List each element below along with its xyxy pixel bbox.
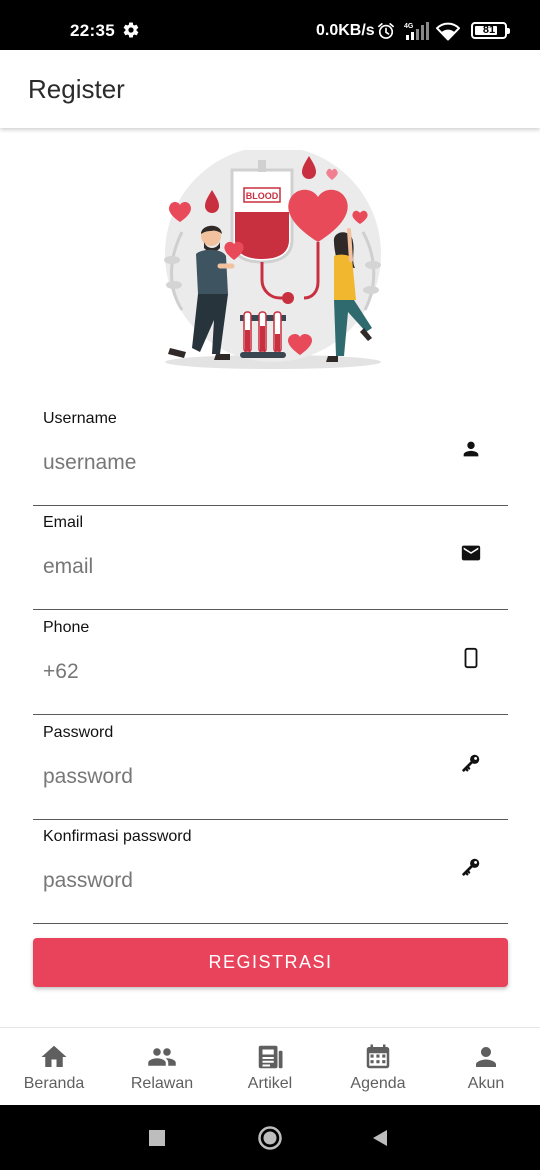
nav-item-relawan[interactable]: Relawan xyxy=(108,1028,216,1105)
password-input[interactable] xyxy=(43,762,443,792)
password-field: Password xyxy=(33,716,508,820)
system-navigation-bar xyxy=(0,1105,540,1170)
password-label: Password xyxy=(43,724,114,741)
mail-icon xyxy=(461,545,481,561)
battery-level: 81 xyxy=(482,24,496,36)
smartphone-icon xyxy=(464,647,478,669)
recents-button[interactable] xyxy=(149,1130,165,1146)
nav-item-artikel[interactable]: Artikel xyxy=(216,1028,324,1105)
battery-icon: 81 xyxy=(471,22,510,39)
article-icon xyxy=(258,1045,283,1069)
person-icon xyxy=(463,441,479,457)
home-button[interactable] xyxy=(258,1126,282,1150)
bag-label: BLOOD xyxy=(246,191,279,201)
status-bar: 22:35 0.0KB/s 4G 81 xyxy=(0,0,540,50)
email-label: Email xyxy=(43,514,84,531)
network-type: 4G xyxy=(404,23,414,30)
calendar-icon xyxy=(366,1044,390,1069)
status-time: 22:35 xyxy=(70,21,115,40)
nav-item-beranda[interactable]: Beranda xyxy=(0,1028,108,1105)
phone-field: Phone xyxy=(33,611,508,715)
nav-item-agenda[interactable]: Agenda xyxy=(324,1028,432,1105)
email-field: Email xyxy=(33,506,508,610)
battery-tip xyxy=(507,28,510,34)
nav-label: Artikel xyxy=(247,1075,293,1092)
blood-donation-illustration: BLOOD xyxy=(164,150,381,369)
confirm-password-input[interactable] xyxy=(43,866,443,896)
key-icon xyxy=(462,754,480,772)
bottom-nav: Beranda Relawan Artikel Agenda Akun xyxy=(0,1027,540,1105)
wifi-icon xyxy=(436,22,460,41)
confirm-password-field: Konfirmasi password xyxy=(33,820,508,924)
home-icon xyxy=(41,1045,67,1067)
group-icon xyxy=(148,1048,176,1066)
status-icons: 4G xyxy=(376,20,460,42)
back-button[interactable] xyxy=(371,1129,389,1147)
email-input[interactable] xyxy=(43,552,443,582)
key-icon xyxy=(462,858,480,876)
nav-label: Beranda xyxy=(23,1075,85,1092)
phone-input[interactable] xyxy=(43,657,443,687)
username-label: Username xyxy=(43,410,117,427)
gear-icon xyxy=(123,22,139,38)
register-button[interactable]: REGISTRASI xyxy=(33,938,508,987)
confirm-password-label: Konfirmasi password xyxy=(43,828,192,845)
nav-label: Relawan xyxy=(130,1075,194,1092)
nav-item-akun[interactable]: Akun xyxy=(432,1028,540,1105)
alarm-icon xyxy=(378,23,394,39)
network-speed: 0.0KB/s xyxy=(316,22,375,39)
page-title: Register xyxy=(28,74,125,104)
app-bar: Register xyxy=(0,50,540,128)
nav-label: Akun xyxy=(467,1075,505,1092)
username-input[interactable] xyxy=(43,448,443,478)
person-icon xyxy=(476,1047,496,1067)
username-field: Username xyxy=(33,402,508,506)
signal-icon: 4G xyxy=(404,22,429,40)
nav-label: Agenda xyxy=(350,1075,406,1092)
phone-label: Phone xyxy=(43,619,90,636)
